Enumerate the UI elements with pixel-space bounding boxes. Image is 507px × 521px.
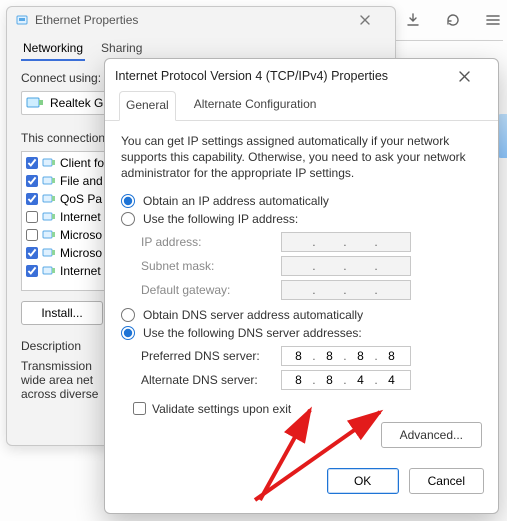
item-checkbox[interactable] — [26, 211, 38, 223]
protocol-icon — [42, 265, 56, 277]
dns-auto-label: Obtain DNS server address automatically — [143, 308, 363, 322]
description-text: Transmission wide area net across divers… — [21, 359, 109, 411]
default-gateway-label: Default gateway: — [141, 283, 281, 297]
ip-address-field: ... — [281, 232, 411, 252]
advanced-button[interactable]: Advanced... — [381, 422, 482, 448]
ip-manual-label: Use the following IP address: — [143, 212, 298, 226]
dns-auto-radio[interactable] — [121, 308, 135, 322]
preferred-dns-label: Preferred DNS server: — [141, 349, 281, 363]
ip-subfields: IP address: ... Subnet mask: ... Default… — [141, 232, 482, 300]
item-label: File and — [60, 174, 103, 188]
item-checkbox[interactable] — [26, 247, 38, 259]
protocol-icon — [42, 247, 56, 259]
tab-general[interactable]: General — [119, 91, 176, 121]
item-checkbox[interactable] — [26, 157, 38, 169]
dns-manual-label: Use the following DNS server addresses: — [143, 326, 362, 340]
tabs: General Alternate Configuration — [105, 91, 498, 121]
divider — [378, 40, 503, 41]
intro-text: You can get IP settings assigned automat… — [121, 133, 482, 182]
alternate-dns-field[interactable]: 8. 8. 4. 4 — [281, 370, 411, 390]
ip-auto-radio[interactable] — [121, 194, 135, 208]
cancel-button[interactable]: Cancel — [409, 468, 484, 494]
tab-alternate-configuration[interactable]: Alternate Configuration — [188, 91, 323, 120]
connection-items-list[interactable]: Client fo File and QoS Pa Internet Microso Mi… — [21, 151, 109, 291]
dns-manual-radio-row[interactable]: Use the following DNS server addresses: — [121, 326, 482, 340]
dns-subfields: Preferred DNS server: 8. 8. 8. 8 Alterna… — [141, 346, 482, 390]
item-label: QoS Pa — [60, 192, 102, 206]
validate-checkbox[interactable] — [133, 402, 146, 415]
subnet-mask-label: Subnet mask: — [141, 259, 281, 273]
subnet-mask-field: ... — [281, 256, 411, 276]
item-label: Client fo — [60, 156, 104, 170]
list-item[interactable]: Internet — [26, 208, 104, 226]
titlebar: Ethernet Properties — [7, 7, 395, 33]
ip-manual-radio-row[interactable]: Use the following IP address: — [121, 212, 482, 226]
ip-manual-radio[interactable] — [121, 212, 135, 226]
item-label: Microso — [60, 228, 102, 242]
browser-toolbar — [403, 10, 503, 30]
item-checkbox[interactable] — [26, 175, 38, 187]
list-item[interactable]: Microso — [26, 226, 104, 244]
item-label: Internet — [60, 210, 101, 224]
item-checkbox[interactable] — [26, 229, 38, 241]
ip-auto-label: Obtain an IP address automatically — [143, 194, 329, 208]
list-item[interactable]: QoS Pa — [26, 190, 104, 208]
dns-auto-radio-row[interactable]: Obtain DNS server address automatically — [121, 308, 482, 322]
tabs: Networking Sharing — [7, 33, 395, 61]
adapter-name: Realtek G — [50, 96, 103, 110]
item-label: Microso — [60, 246, 102, 260]
install-button[interactable]: Install... — [21, 301, 103, 325]
window-title: Ethernet Properties — [35, 13, 359, 27]
item-checkbox[interactable] — [26, 193, 38, 205]
ip-auto-radio-row[interactable]: Obtain an IP address automatically — [121, 194, 482, 208]
protocol-icon — [42, 229, 56, 241]
dns-manual-radio[interactable] — [121, 326, 135, 340]
refresh-icon[interactable] — [443, 10, 463, 30]
validate-row[interactable]: Validate settings upon exit — [133, 402, 482, 416]
tab-networking[interactable]: Networking — [21, 37, 85, 61]
validate-label: Validate settings upon exit — [152, 402, 291, 416]
protocol-icon — [42, 175, 56, 187]
protocol-icon — [42, 157, 56, 169]
window-title: Internet Protocol Version 4 (TCP/IPv4) P… — [115, 69, 458, 83]
default-gateway-field: ... — [281, 280, 411, 300]
preferred-dns-field[interactable]: 8. 8. 8. 8 — [281, 346, 411, 366]
protocol-icon — [42, 211, 56, 223]
item-checkbox[interactable] — [26, 265, 38, 277]
alternate-dns-label: Alternate DNS server: — [141, 373, 281, 387]
close-icon[interactable] — [458, 70, 488, 83]
close-icon[interactable] — [359, 14, 387, 26]
menu-icon[interactable] — [483, 10, 503, 30]
item-label: Internet — [60, 264, 101, 278]
list-item[interactable]: Microso — [26, 244, 104, 262]
protocol-icon — [42, 193, 56, 205]
ethernet-icon — [15, 13, 29, 27]
ipv4-properties-window: Internet Protocol Version 4 (TCP/IPv4) P… — [104, 58, 499, 514]
ok-button[interactable]: OK — [327, 468, 399, 494]
nic-icon — [26, 96, 44, 110]
ip-address-label: IP address: — [141, 235, 281, 249]
list-item[interactable]: File and — [26, 172, 104, 190]
list-item[interactable]: Client fo — [26, 154, 104, 172]
download-icon[interactable] — [403, 10, 423, 30]
list-item[interactable]: Internet — [26, 262, 104, 280]
